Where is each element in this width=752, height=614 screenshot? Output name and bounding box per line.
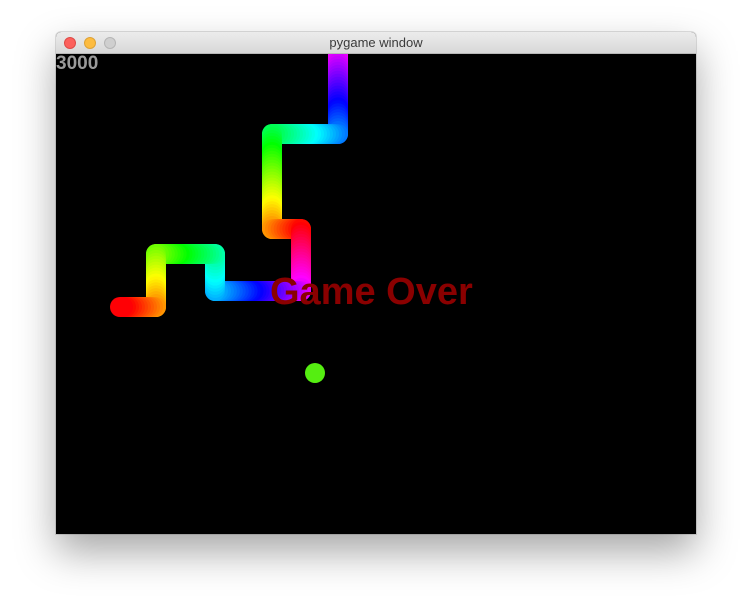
game-over-text: Game Over xyxy=(270,271,473,313)
title-bar[interactable]: pygame window xyxy=(56,32,696,54)
pygame-window: pygame window 3000 Game Over xyxy=(56,32,696,534)
food-pellet xyxy=(305,363,325,383)
game-canvas[interactable]: 3000 Game Over xyxy=(56,54,696,534)
window-title: pygame window xyxy=(329,35,423,50)
score-display: 3000 xyxy=(56,53,99,74)
